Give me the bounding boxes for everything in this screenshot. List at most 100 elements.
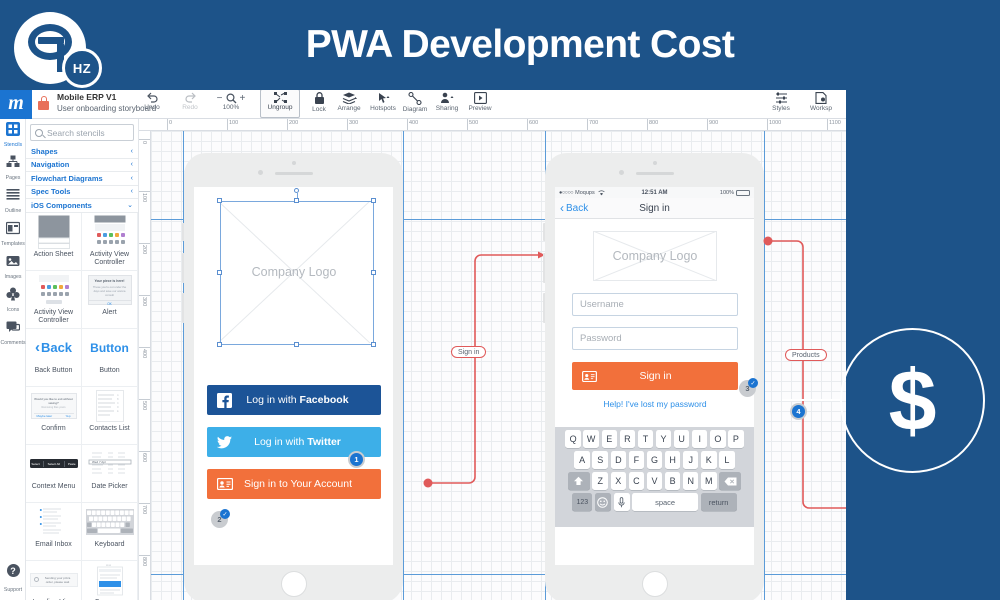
key-q[interactable]: Q (565, 430, 581, 448)
flow-label-signin[interactable]: Sign in (451, 346, 487, 358)
stencil-item[interactable]: ‹ Back Back Button (26, 328, 82, 387)
key-t[interactable]: T (637, 430, 654, 448)
rail-item-images[interactable]: Images (0, 251, 26, 284)
key-a[interactable]: A (574, 451, 590, 469)
comment-badge-2[interactable]: 2 ✓ (211, 509, 230, 528)
home-button[interactable] (641, 571, 668, 597)
back-button[interactable]: ‹ Back (560, 202, 588, 214)
key-j[interactable]: J (682, 451, 699, 469)
stencil-item[interactable]: Button Button (82, 328, 138, 387)
comment-badge-3[interactable]: 3 ✓ (739, 378, 758, 397)
key-d[interactable]: D (610, 451, 627, 469)
stencil-item[interactable]: Keyboard (82, 502, 138, 561)
redo-button[interactable]: Redo (171, 90, 209, 117)
zoom-control[interactable]: − + 100% (206, 90, 256, 117)
key-k[interactable]: K (701, 451, 717, 469)
category-spec-tools[interactable]: Spec Tools ‹ (26, 186, 138, 199)
guide-vertical[interactable] (764, 131, 765, 600)
guide-vertical[interactable] (403, 131, 404, 600)
stencil-item[interactable]: Action Sheet (26, 212, 82, 271)
key-c[interactable]: C (628, 472, 645, 490)
stencil-item[interactable]: Select Select All Paste Context Menu (26, 444, 82, 503)
search-input[interactable]: Search stencils (30, 124, 134, 141)
key-b[interactable]: B (664, 472, 681, 490)
resize-handle-nw[interactable] (217, 198, 222, 203)
stencil-item[interactable]: Activity View Controller (26, 270, 82, 329)
rail-item-outline[interactable]: Outline (0, 185, 26, 218)
zoom-out-button[interactable]: − (217, 93, 223, 104)
key-o[interactable]: O (710, 430, 726, 448)
key-e[interactable]: E (601, 430, 618, 448)
company-logo-placeholder-2[interactable]: Company Logo (593, 231, 717, 281)
space-key[interactable]: space (632, 493, 699, 511)
category-navigation[interactable]: Navigation ‹ (26, 159, 138, 172)
stencil-item[interactable]: Email Inbox (26, 502, 82, 561)
rail-item-stencils[interactable]: Stencils (0, 119, 26, 152)
facebook-login-button[interactable]: Log in with Facebook (207, 385, 381, 415)
vertical-ruler[interactable]: 0 100 200 300 400 500 600 700 800 (139, 131, 151, 600)
key-p[interactable]: P (728, 430, 744, 448)
key-s[interactable]: S (592, 451, 608, 469)
microphone-icon[interactable] (613, 493, 630, 511)
signin-button[interactable]: Sign in (572, 362, 738, 390)
ungroup-button[interactable]: Ungroup (260, 89, 300, 118)
resize-handle-w[interactable] (217, 270, 222, 275)
home-button[interactable] (280, 571, 307, 597)
key-y[interactable]: Y (655, 430, 672, 448)
undo-button[interactable]: Undo (133, 90, 171, 117)
resize-handle-e[interactable] (371, 270, 376, 275)
preview-button[interactable]: Preview (459, 90, 501, 117)
design-canvas[interactable]: Company Logo Log in with Facebook Log in… (151, 131, 846, 600)
lost-password-link[interactable]: Help! I've lost my password (572, 399, 738, 409)
account-signin-button[interactable]: Sign in to Your Account (207, 469, 381, 499)
rail-item-templates[interactable]: Templates (0, 218, 26, 251)
moqups-logo[interactable]: m (0, 88, 32, 119)
stencil-item[interactable]: ABCDE Contacts List (82, 386, 138, 445)
ios-keyboard[interactable]: Q W E R T Y U I O P A S D F G H J K L Z … (555, 427, 754, 527)
stencil-item[interactable]: Activity View Controller (82, 212, 138, 271)
category-flowchart-diagrams[interactable]: Flowchart Diagrams ‹ (26, 172, 138, 186)
key-z[interactable]: Z (592, 472, 608, 490)
flow-label-products[interactable]: Products (785, 349, 827, 361)
stencil-item[interactable]: Wed 7 Apr Date Picker (82, 444, 138, 503)
stencil-item[interactable]: 12:51 Compose (82, 560, 138, 600)
emoji-icon[interactable] (594, 493, 611, 511)
rail-item-icons[interactable]: Icons (0, 284, 26, 317)
shift-icon[interactable] (567, 472, 590, 490)
password-input[interactable]: Password (572, 327, 738, 350)
stencil-item[interactable]: Sending your pizza order, please wait Lo… (26, 560, 82, 600)
username-input[interactable]: Username (572, 293, 738, 316)
rail-item-support[interactable]: ? Support (0, 564, 26, 596)
key-n[interactable]: N (682, 472, 699, 490)
key-m[interactable]: M (701, 472, 717, 490)
key-f[interactable]: F (628, 451, 645, 469)
key-w[interactable]: W (583, 430, 599, 448)
comment-badge-1[interactable]: 1 (348, 451, 365, 468)
comment-badge-4[interactable]: 4 (790, 403, 807, 420)
rail-item-pages[interactable]: Pages (0, 152, 26, 185)
return-key[interactable]: return (700, 493, 737, 511)
workspace-button[interactable]: Worksp (802, 90, 840, 117)
styles-button[interactable]: Styles (762, 90, 800, 117)
resize-handle-se[interactable] (371, 342, 376, 347)
category-ios-components[interactable]: iOS Components ⌄ (26, 199, 138, 213)
resize-handle-sw[interactable] (217, 342, 222, 347)
key-h[interactable]: H (664, 451, 681, 469)
rail-item-comments[interactable]: Comments (0, 317, 26, 350)
stencil-item[interactable]: Would you like to exit without saving? R… (26, 386, 82, 445)
key-l[interactable]: L (719, 451, 735, 469)
horizontal-ruler[interactable]: 0 100 200 300 400 500 600 700 800 900 10… (139, 119, 846, 131)
resize-handle-ne[interactable] (371, 198, 376, 203)
key-x[interactable]: X (610, 472, 627, 490)
phone-mockup-2[interactable]: ●○○○○ Moqups 12:51 AM 100% ‹ Back Sign i… (543, 153, 764, 600)
key-r[interactable]: R (619, 430, 636, 448)
resize-handle-s[interactable] (294, 342, 299, 347)
key-g[interactable]: G (646, 451, 663, 469)
resize-handle-n[interactable] (294, 198, 299, 203)
key-v[interactable]: V (646, 472, 663, 490)
numeric-key[interactable]: 123 (572, 493, 593, 511)
backspace-icon[interactable] (719, 472, 742, 490)
stencil-item[interactable]: Your piece is here! These you're out und… (82, 270, 138, 329)
category-shapes[interactable]: Shapes ‹ (26, 145, 138, 159)
key-u[interactable]: U (673, 430, 690, 448)
